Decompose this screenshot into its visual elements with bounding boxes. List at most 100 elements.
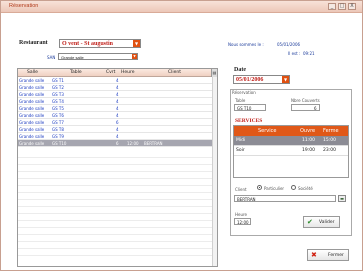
- cell-salle: Grande salle: [19, 85, 45, 90]
- cell-cvrt: 4: [116, 78, 119, 83]
- cell-salle: Grande salle: [19, 120, 45, 125]
- reservation-label: Réservation: [232, 90, 256, 95]
- lookup-icon[interactable]: ▬: [338, 195, 346, 202]
- reservation-window: Réservation _ □ X Restaurant O vent - St…: [0, 0, 363, 271]
- particulier-label: Particulier: [264, 186, 285, 191]
- cell-ouvre: 19:00: [302, 148, 315, 153]
- cell-salle: Grande salle: [19, 92, 45, 97]
- table-row[interactable]: Grande salle GS T1 4: [18, 77, 212, 84]
- check-icon: ✔: [307, 218, 313, 226]
- valider-label: Valider: [319, 220, 335, 225]
- cell-salle: Grande salle: [19, 106, 45, 111]
- col-client[interactable]: Client: [168, 70, 181, 75]
- grid-header: Salle Table Cvrt Heure Client ▤: [18, 69, 217, 77]
- empty-row: [18, 193, 212, 200]
- col-heure[interactable]: Heure: [121, 70, 135, 75]
- societe-label: Société: [298, 186, 313, 191]
- col-salle[interactable]: Salle: [27, 70, 38, 75]
- today-date: 05/01/2006: [277, 42, 301, 47]
- cell-table: GS T2: [52, 85, 64, 90]
- close-button[interactable]: X: [348, 3, 356, 10]
- tables-grid: Salle Table Cvrt Heure Client ▤ Grande s…: [17, 68, 218, 267]
- cell-service: Midi: [236, 138, 246, 143]
- table-row[interactable]: Grande salle GS T6 4: [18, 112, 212, 119]
- salle-select[interactable]: Grande salle ▼: [58, 53, 138, 60]
- minimize-button[interactable]: _: [328, 3, 336, 10]
- today-label: Nous sommes le :: [228, 42, 264, 47]
- title-bar: Réservation _ □ X: [1, 1, 362, 13]
- valider-button[interactable]: ✔ Valider: [303, 216, 340, 228]
- empty-row: [18, 186, 212, 193]
- empty-row: [18, 249, 212, 256]
- heure-label: Heure: [235, 212, 248, 217]
- cross-icon: ✖: [311, 251, 317, 259]
- time-value: 09:21: [303, 51, 315, 56]
- salle-tag: SAN: [47, 55, 56, 60]
- date-picker[interactable]: 05/01/2006 ▼: [233, 75, 290, 84]
- empty-row: [18, 179, 212, 186]
- table-row[interactable]: Grande salle GS T8 4: [18, 126, 212, 133]
- fermer-button[interactable]: ✖ Fermer: [307, 249, 349, 261]
- chevron-down-icon[interactable]: ▼: [133, 40, 140, 47]
- cell-salle: Grande salle: [19, 99, 45, 104]
- cell-table: GS T8: [52, 127, 64, 132]
- table-value: GS T10: [237, 106, 252, 111]
- covers-field[interactable]: 6: [291, 104, 320, 111]
- empty-row: [18, 165, 212, 172]
- table-row[interactable]: Grande salle GS T10 6 12:00 BERTRAN: [18, 140, 212, 147]
- table-row[interactable]: Grande salle GS T3 4: [18, 91, 212, 98]
- cell-salle: Grande salle: [19, 127, 45, 132]
- empty-row: [18, 235, 212, 242]
- heure-field[interactable]: 12:00: [234, 218, 251, 225]
- grid-menu-button[interactable]: ▤: [211, 69, 217, 77]
- fermer-label: Fermer: [328, 253, 344, 258]
- table-row[interactable]: Grande salle GS T2 4: [18, 84, 212, 91]
- empty-row: [18, 158, 212, 165]
- table-row[interactable]: Grande salle GS T4 4: [18, 98, 212, 105]
- cell-table: GS T10: [52, 141, 67, 146]
- cell-heure: 12:00: [127, 141, 139, 146]
- cell-client: BERTRAN: [144, 141, 163, 146]
- services-header: Service Ouvre Ferme: [234, 126, 348, 136]
- col-cvrt[interactable]: Cvrt: [106, 70, 115, 75]
- cell-table: GS T5: [52, 106, 64, 111]
- empty-row: [18, 221, 212, 228]
- calendar-icon[interactable]: ▼: [282, 76, 289, 83]
- cell-salle: Grande salle: [19, 113, 45, 118]
- time-label: Il est :: [288, 51, 301, 56]
- cell-ferme: 23:00: [323, 148, 336, 153]
- client-field[interactable]: BERTRAN: [234, 195, 336, 202]
- cell-table: GS T9: [52, 134, 64, 139]
- restaurant-label: Restaurant: [19, 40, 48, 46]
- table-field[interactable]: GS T10: [234, 104, 266, 111]
- heure-value: 12:00: [237, 220, 249, 225]
- cell-cvrt: 4: [116, 134, 119, 139]
- col-service[interactable]: Service: [258, 128, 276, 134]
- client-label: Client: [235, 187, 247, 192]
- radio-societe[interactable]: [291, 185, 296, 190]
- client-value: BERTRAN: [237, 197, 256, 202]
- salle-value: Grande salle: [61, 55, 84, 60]
- table-row[interactable]: Grande salle GS T5 4: [18, 105, 212, 112]
- col-ouvre[interactable]: Ouvre: [300, 128, 315, 134]
- col-ferme[interactable]: Ferme: [323, 128, 339, 134]
- maximize-button[interactable]: □: [338, 3, 346, 10]
- cell-cvrt: 4: [116, 106, 119, 111]
- cell-cvrt: 6: [116, 141, 119, 146]
- date-label: Date: [234, 67, 246, 73]
- service-row[interactable]: Soir 19:00 23:00: [234, 146, 348, 156]
- window-title: Réservation: [9, 3, 39, 9]
- services-grid: Service Ouvre Ferme Midi 11:00 15:00 Soir 19…: [233, 125, 349, 178]
- col-table[interactable]: Table: [70, 70, 82, 75]
- vertical-scrollbar[interactable]: [212, 77, 217, 266]
- chevron-down-icon[interactable]: ▼: [132, 54, 137, 59]
- radio-particulier[interactable]: [257, 185, 262, 190]
- service-row[interactable]: Midi 11:00 15:00: [234, 136, 348, 146]
- restaurant-value: O vent - St augustin: [62, 41, 114, 47]
- empty-row: [18, 207, 212, 214]
- table-row[interactable]: Grande salle GS T9 4: [18, 133, 212, 140]
- restaurant-select[interactable]: O vent - St augustin ▼: [59, 39, 141, 48]
- cell-cvrt: 4: [116, 99, 119, 104]
- table-row[interactable]: Grande salle GS T7 6: [18, 119, 212, 126]
- window-controls: _ □ X: [328, 3, 356, 10]
